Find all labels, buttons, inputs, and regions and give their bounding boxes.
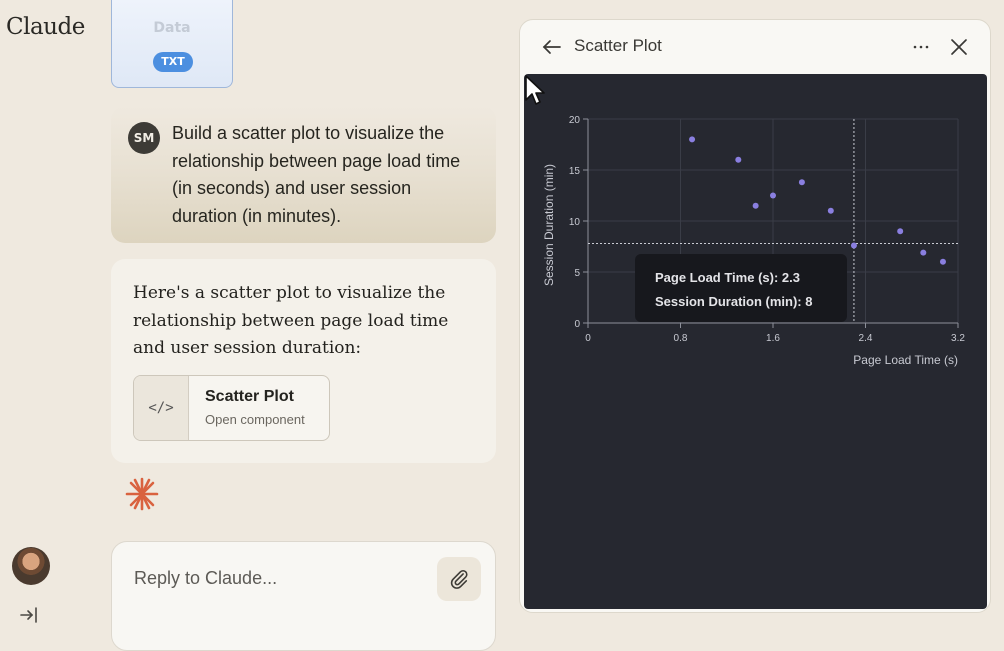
data-point [770, 192, 776, 199]
y-tick-label: 5 [574, 268, 580, 279]
data-point [939, 258, 946, 265]
code-icon: </> [134, 376, 189, 440]
reply-input[interactable] [132, 562, 426, 594]
user-message-text: Build a scatter plot to visualize the re… [172, 123, 461, 226]
x-tick-label: 0.8 [674, 333, 688, 344]
claude-spark-icon [125, 477, 159, 511]
attachment-title: Data [153, 20, 191, 36]
data-point [752, 202, 759, 209]
panel-header: Scatter Plot [520, 20, 990, 74]
scatter-chart[interactable]: 0 0.8 1.6 2.4 3.2 0 5 10 15 20 Page Load Time (s) S… [524, 74, 987, 609]
assistant-message-text: Here's a scatter plot to visualize the r… [133, 283, 449, 358]
y-tick-label: 0 [574, 319, 580, 330]
x-tick-label: 1.6 [766, 333, 780, 344]
reply-composer [111, 541, 496, 651]
close-icon[interactable] [948, 36, 970, 58]
assistant-message: Here's a scatter plot to visualize the r… [111, 259, 496, 463]
data-point [920, 249, 927, 256]
x-axis-label: Page Load Time (s) [853, 353, 958, 367]
attach-button[interactable] [437, 557, 481, 601]
chart-tooltip: Page Load Time (s): 2.3 Session Duration… [635, 254, 847, 322]
tooltip-y-value: Session Duration (min): 8 [655, 294, 813, 309]
data-point [827, 207, 834, 214]
mouse-pointer-icon [525, 75, 545, 105]
account-avatar[interactable] [12, 547, 50, 585]
component-title: Scatter Plot [205, 388, 294, 405]
panel-title: Scatter Plot [574, 36, 662, 55]
y-tick-label: 10 [569, 217, 581, 228]
data-point [689, 136, 696, 143]
x-tick-label: 2.4 [859, 333, 873, 344]
data-point [897, 228, 904, 235]
data-point [735, 156, 742, 163]
chart-canvas: 0 0.8 1.6 2.4 3.2 0 5 10 15 20 Page Load Time (s) S… [542, 115, 965, 367]
data-point [850, 242, 857, 249]
back-arrow-icon[interactable] [541, 36, 563, 58]
user-message: SM Build a scatter plot to visualize the… [111, 106, 496, 243]
claude-logo: Claude [6, 14, 85, 40]
component-subtitle: Open component [205, 412, 305, 427]
y-tick-label: 15 [569, 166, 581, 177]
data-point [798, 179, 805, 186]
open-component-card[interactable]: </> Scatter Plot Open component [133, 375, 330, 441]
x-tick-label: 0 [585, 333, 591, 344]
x-tick-label: 3.2 [951, 333, 965, 344]
y-tick-label: 20 [569, 115, 581, 126]
user-avatar: SM [128, 122, 160, 154]
file-type-badge: TXT [153, 52, 193, 72]
tooltip-x-value: Page Load Time (s): 2.3 [655, 270, 800, 285]
expand-sidebar-icon[interactable] [17, 603, 41, 627]
attachment-card[interactable]: Data TXT [111, 0, 233, 88]
artifact-panel: Scatter Plot 0 0.8 1.6 2.4 3.2 0 5 10 15 20 Page L… [519, 19, 991, 613]
more-options-icon[interactable] [910, 36, 932, 58]
paperclip-icon [450, 570, 468, 589]
y-axis-label: Session Duration (min) [542, 164, 556, 286]
